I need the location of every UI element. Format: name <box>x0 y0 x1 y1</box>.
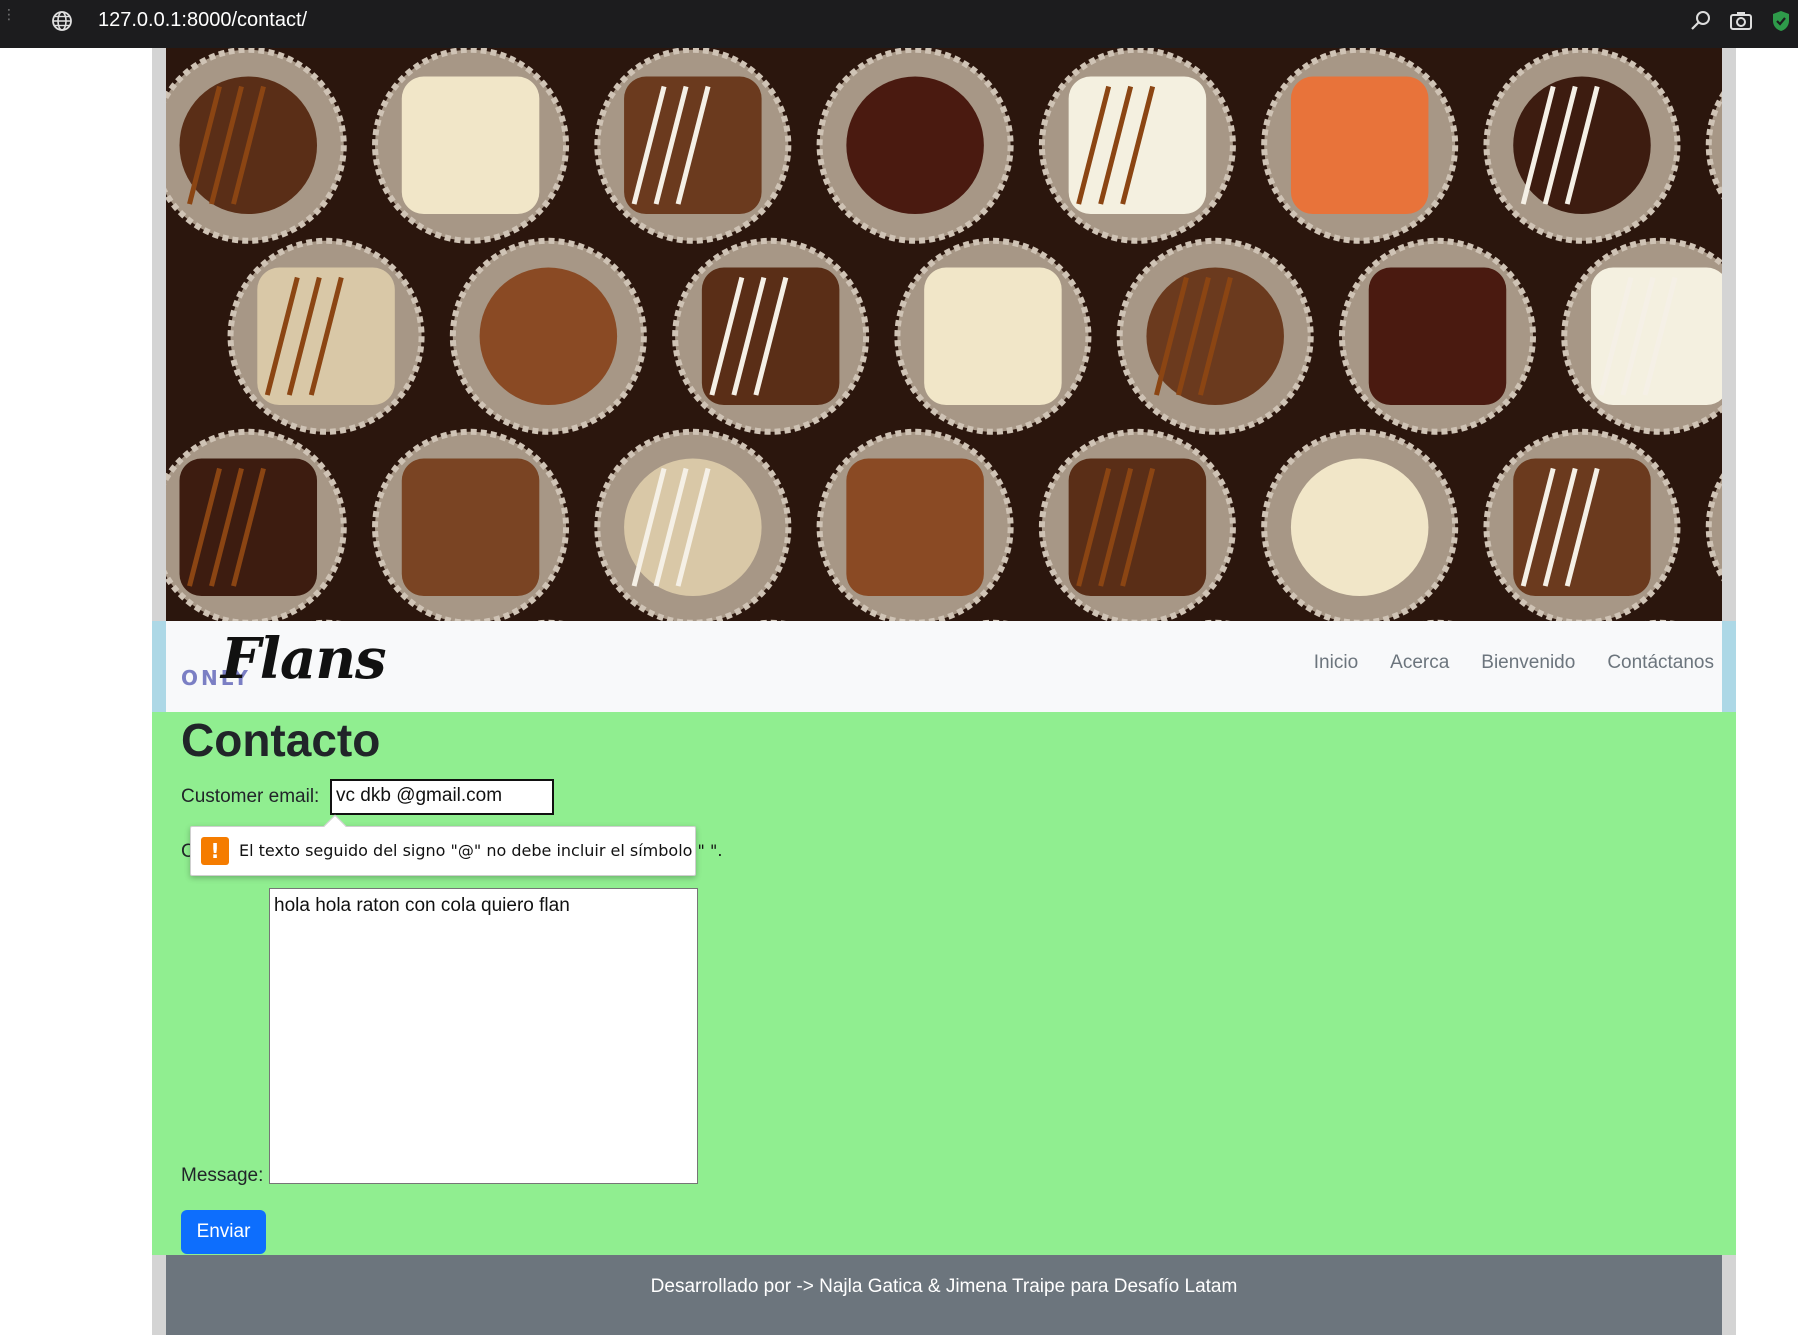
chocolate-piece <box>846 458 984 597</box>
nav-contactanos[interactable]: Contáctanos <box>1607 652 1714 674</box>
warning-icon: ! <box>201 837 229 865</box>
nav-bienvenido[interactable]: Bienvenido <box>1481 652 1575 674</box>
address-bar[interactable]: 127.0.0.1:8000/contact/ <box>98 8 307 32</box>
brand-logo[interactable]: ONLY Flans <box>181 626 411 702</box>
submit-button[interactable]: Enviar <box>181 1210 266 1254</box>
message-textarea[interactable]: hola hola raton con cola quiero flan <box>269 888 698 1184</box>
chocolate-piece <box>1368 267 1507 406</box>
chocolate-piece <box>924 267 1062 406</box>
nav-acerca[interactable]: Acerca <box>1390 652 1449 674</box>
chocolate-piece <box>401 458 540 597</box>
brand-name: Flans <box>221 626 387 692</box>
chocolate-piece <box>1290 458 1429 597</box>
chocolate-piece <box>1591 267 1722 406</box>
chocolate-piece <box>846 76 984 215</box>
hero-chocolates-image <box>166 48 1722 621</box>
validation-tooltip: ! El texto seguido del signo "@" no debe… <box>190 814 722 876</box>
validation-message: El texto seguido del signo "@" no debe i… <box>239 841 723 860</box>
page-title: Contacto <box>181 714 381 766</box>
menu-dots-icon[interactable]: ⋮ <box>2 8 16 36</box>
shield-check-icon[interactable] <box>1768 8 1794 34</box>
chocolate-piece <box>479 267 618 406</box>
nav-inicio[interactable]: Inicio <box>1314 652 1358 674</box>
zoom-icon[interactable] <box>1688 8 1714 34</box>
chocolate-piece <box>1290 76 1429 215</box>
email-label: Customer email: <box>181 786 320 807</box>
footer-credits: Desarrollado por -> Najla Gatica & Jimen… <box>650 1276 1238 1297</box>
nav-links: Inicio Acerca Bienvenido Contáctanos <box>1314 652 1714 674</box>
camera-icon[interactable] <box>1728 8 1754 34</box>
message-label: Message: <box>181 1165 264 1186</box>
chocolates-illustration <box>166 48 1722 621</box>
chocolate-piece <box>401 76 540 215</box>
email-field[interactable]: vc dkb @gmail.com <box>330 779 554 815</box>
globe-icon <box>52 11 72 31</box>
browser-toolbar: ⋮ 127.0.0.1:8000/contact/ <box>0 0 1798 48</box>
